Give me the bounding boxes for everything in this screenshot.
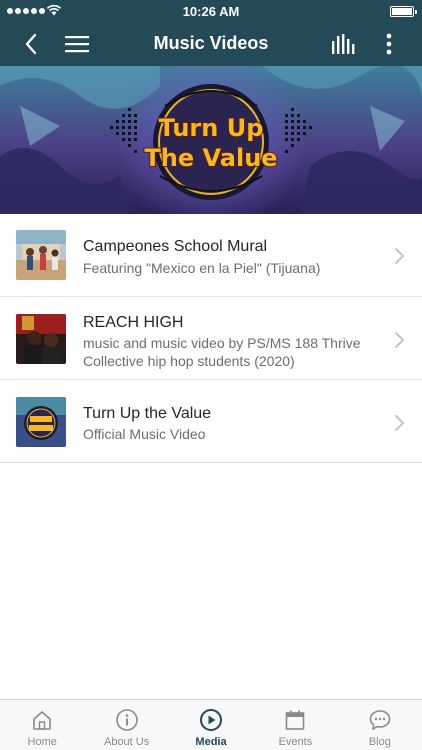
video-title: Turn Up the Value [83, 405, 212, 422]
list-item[interactable]: Turn Up the Value Official Music Video [0, 380, 422, 463]
banner-title-line-2: The Value [144, 144, 277, 172]
status-bar: 10:26 AM [0, 0, 422, 22]
video-thumbnail [16, 314, 66, 364]
banner-title-line-1: Turn Up [159, 114, 264, 142]
top-bar: 10:26 AM Music Videos [0, 0, 422, 66]
header-banner-image: Turn Up The Value [0, 66, 422, 214]
banner-artwork: Turn Up The Value [0, 66, 422, 214]
chevron-right-icon [395, 248, 404, 264]
video-subtitle: music and music video by PS/MS 188 Thriv… [83, 335, 361, 369]
music-video-list: Campeones School Mural Featuring "Mexico… [0, 214, 422, 463]
tab-label: About Us [103, 736, 150, 748]
list-item[interactable]: REACH HIGH music and music video by PS/M… [0, 297, 422, 380]
battery-icon [390, 6, 417, 17]
video-title: REACH HIGH [83, 314, 184, 331]
home-icon [33, 711, 52, 730]
tab-blog[interactable]: Blog [338, 700, 422, 750]
tab-label: Media [195, 736, 227, 748]
more-vertical-icon [386, 33, 392, 55]
video-thumbnail [16, 397, 66, 447]
video-subtitle: Featuring "Mexico en la Piel" (Tijuana) [83, 260, 321, 276]
list-item[interactable]: Campeones School Mural Featuring "Mexico… [0, 214, 422, 297]
video-thumbnail [16, 230, 66, 280]
info-icon [115, 709, 138, 731]
video-title: Campeones School Mural [83, 238, 268, 255]
chevron-right-icon [395, 415, 404, 431]
video-subtitle: Official Music Video [83, 426, 206, 442]
chevron-right-icon [395, 332, 404, 348]
chat-bubble-icon [369, 710, 391, 730]
audio-player-button[interactable] [328, 28, 360, 60]
equalizer-icon [332, 34, 355, 54]
calendar-icon [286, 710, 305, 730]
tab-about-us[interactable]: About Us [84, 700, 168, 750]
tab-events[interactable]: Events [253, 700, 337, 750]
tab-label: Home [27, 736, 57, 748]
navigation-bar: Music Videos [0, 22, 422, 66]
bottom-tab-bar: Home About Us Media Events Blog [0, 699, 422, 750]
tab-home[interactable]: Home [0, 700, 84, 750]
more-options-button[interactable] [373, 28, 405, 60]
tab-media[interactable]: Media [169, 700, 253, 750]
play-circle-icon [200, 709, 223, 731]
tab-label: Events [278, 736, 313, 748]
tab-label: Blog [368, 736, 391, 748]
status-time: 10:26 AM [182, 4, 240, 19]
